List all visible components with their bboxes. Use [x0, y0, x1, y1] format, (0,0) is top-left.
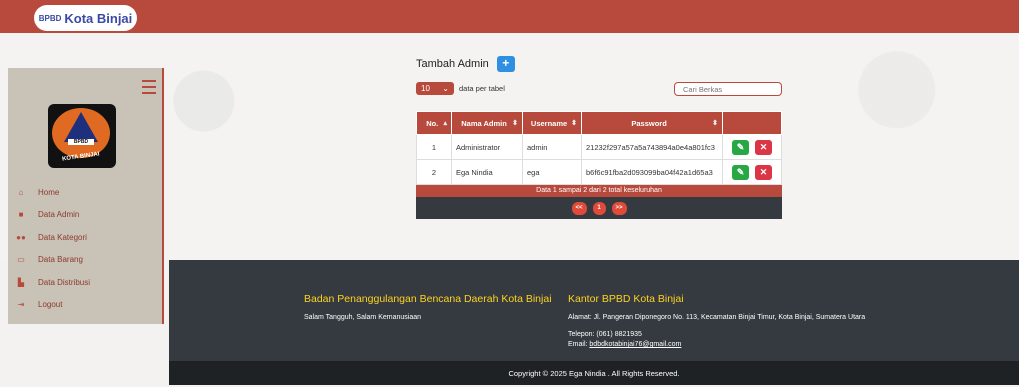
delete-button[interactable]: ✕ [755, 164, 772, 180]
edit-icon: ✎ [736, 166, 745, 177]
search-input[interactable] [674, 82, 782, 96]
cell-actions: ✎ ✕ [722, 159, 782, 185]
sidebar-item-label: Data Barang [38, 255, 83, 265]
admin-table: No. ▴ Nama Admin ⬍ Username ⬍ Password ⬍ 1… [416, 111, 782, 185]
cell-username: admin [522, 134, 582, 160]
cell-no: 2 [416, 159, 452, 185]
footer-address: Alamat: Jl. Pangeran Diponegoro No. 113,… [568, 314, 866, 321]
table-row: 2 Ega Nindia ega b6f6c91fba2d093099ba04f… [416, 159, 782, 185]
col-header-password[interactable]: Password ⬍ [581, 111, 723, 135]
users-icon: ●● [16, 232, 26, 242]
monitor-icon: ▭ [17, 255, 25, 265]
table-row: 1 Administrator admin 21232f297a57a5a743… [416, 134, 782, 160]
col-header-actions [722, 111, 782, 135]
home-icon: ⌂ [18, 187, 24, 197]
brand-name: Kota Binjai [64, 10, 133, 26]
hamburger-menu-icon[interactable] [142, 80, 156, 94]
edit-icon: ✎ [736, 141, 745, 152]
admin-table-wrapper: No. ▴ Nama Admin ⬍ Username ⬍ Password ⬍ 1… [416, 111, 782, 219]
edit-button[interactable]: ✎ [732, 164, 749, 180]
sidebar-menu: ⌂ Home ■ Data Admin ●● Data Kategori ▭ D… [14, 181, 90, 316]
footer-phone: Telepon: (061) 8821935 [568, 331, 642, 338]
cell-name: Administrator [451, 134, 523, 160]
sidebar-item-label: Logout [38, 300, 63, 310]
sidebar-item-home[interactable]: ⌂ Home [14, 181, 90, 204]
per-page-control: 10 ⌄ data per tabel [416, 82, 505, 95]
sidebar-item-logout[interactable]: ⇥ Logout [14, 294, 90, 317]
footer-org-tagline: Salam Tangguh, Salam Kemanusiaan [304, 314, 422, 321]
truck-icon: ▙ [17, 277, 25, 287]
sidebar-item-data-barang[interactable]: ▭ Data Barang [14, 249, 90, 272]
delete-button[interactable]: ✕ [755, 139, 772, 155]
sort-icon: ⬍ [512, 119, 518, 127]
next-page-button[interactable]: >> [611, 201, 627, 215]
footer-email-label: Email: [568, 341, 588, 348]
footer-office-title: Kantor BPBD Kota Binjai [568, 293, 684, 305]
cell-username: ega [522, 159, 582, 185]
bpbd-logo: BPBD KOTA BINJAI [48, 104, 116, 168]
per-page-value: 10 [421, 84, 430, 93]
page-header: Tambah Admin + [416, 56, 515, 72]
cell-actions: ✎ ✕ [722, 134, 782, 160]
brand-logo[interactable]: BPBD Kota Binjai [34, 5, 137, 31]
per-page-select[interactable]: 10 ⌄ [416, 82, 454, 95]
cell-name: Ega Nindia [451, 159, 523, 185]
sidebar-item-data-kategori[interactable]: ●● Data Kategori [14, 226, 90, 249]
edit-button[interactable]: ✎ [732, 139, 749, 155]
footer-email-link[interactable]: bdbdkotabinjai76@gmail.com [589, 341, 681, 348]
sidebar: BPBD KOTA BINJAI ⌂ Home ■ Data Admin ●● … [8, 68, 164, 324]
add-admin-button[interactable]: + [496, 56, 515, 72]
prev-page-button[interactable]: << [571, 201, 587, 215]
copyright-bar: Copyright © 2025 Ega Nindia . All Rights… [169, 361, 1019, 385]
col-header-nama-admin[interactable]: Nama Admin ⬍ [451, 111, 523, 135]
chevron-down-icon: ⌄ [442, 84, 449, 93]
sidebar-item-label: Data Admin [38, 210, 80, 220]
brand-prefix: BPBD [38, 13, 62, 23]
cell-password: 21232f297a57a5a743894a0e4a801fc3 [581, 134, 723, 160]
sidebar-item-label: Data Distribusi [38, 277, 91, 287]
footer: Badan Penanggulangan Bencana Daerah Kota… [169, 260, 1019, 361]
col-header-no[interactable]: No. ▴ [416, 111, 452, 135]
page-1-button[interactable]: 1 [592, 201, 606, 215]
footer-email: Email: bdbdkotabinjai76@gmail.com [568, 341, 681, 348]
sidebar-item-data-distribusi[interactable]: ▙ Data Distribusi [14, 271, 90, 294]
logo-center-text: BPBD [68, 139, 94, 145]
page-title: Tambah Admin [416, 58, 489, 70]
pagination: << 1 >> [416, 197, 782, 219]
cell-no: 1 [416, 134, 452, 160]
logout-icon: ⇥ [17, 300, 25, 310]
user-icon: ■ [18, 210, 24, 220]
sort-icon: ⬍ [712, 119, 718, 127]
sort-icon: ▴ [443, 119, 447, 127]
sidebar-item-label: Data Kategori [38, 232, 87, 242]
close-icon: ✕ [759, 141, 768, 152]
col-header-username[interactable]: Username ⬍ [522, 111, 582, 135]
cell-password: b6f6c91fba2d093099ba04f42a1d65a3 [581, 159, 723, 185]
table-summary: Data 1 sampai 2 dari 2 total keseluruhan [416, 185, 782, 197]
top-navbar: BPBD Kota Binjai [0, 0, 1019, 33]
sidebar-item-data-admin[interactable]: ■ Data Admin [14, 204, 90, 227]
close-icon: ✕ [759, 166, 768, 177]
per-page-label: data per tabel [459, 84, 505, 93]
sidebar-item-label: Home [38, 187, 60, 197]
footer-org-title: Badan Penanggulangan Bencana Daerah Kota… [304, 293, 552, 305]
sort-icon: ⬍ [571, 119, 577, 127]
